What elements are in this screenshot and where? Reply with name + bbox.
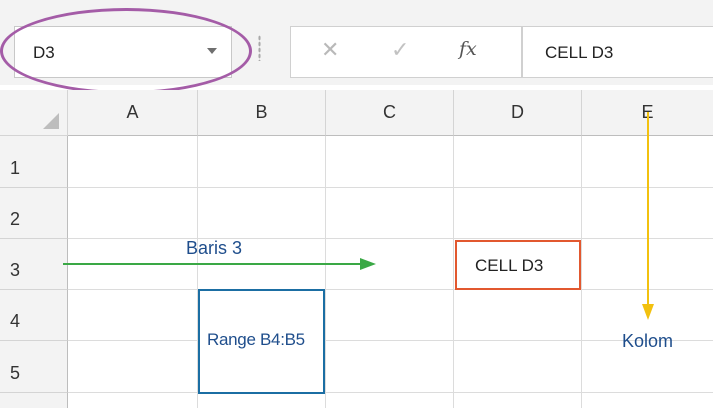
grid-line	[68, 187, 713, 188]
formula-buttons: ✕ ✓ fx	[290, 26, 522, 78]
check-icon[interactable]: ✓	[391, 39, 409, 61]
grid-line	[68, 392, 713, 393]
row-header-2[interactable]: 2	[0, 188, 68, 239]
row-number: 4	[10, 311, 21, 331]
range-label: Range B4:B5	[207, 330, 305, 349]
row-header-5[interactable]: 5	[0, 341, 68, 393]
range-b4-b5[interactable]: Range B4:B5	[198, 289, 325, 394]
grid-line	[68, 238, 713, 239]
cell-d3[interactable]: CELL D3	[455, 240, 581, 290]
column-annotation-label: Kolom	[622, 331, 674, 351]
row-number: 5	[10, 363, 21, 383]
cancel-icon[interactable]: ✕	[321, 39, 339, 61]
formula-bar-value: CELL D3	[545, 43, 614, 62]
grid-line	[325, 136, 326, 408]
select-all-corner[interactable]	[0, 90, 68, 136]
row-annotation-label: Baris 3	[186, 238, 243, 258]
row-number: 3	[10, 260, 21, 280]
row-arrow	[63, 258, 376, 270]
chevron-down-icon[interactable]	[207, 48, 217, 54]
formula-bar-input[interactable]: CELL D3	[522, 26, 713, 78]
cell-d3-value: CELL D3	[475, 256, 544, 275]
row-header-1[interactable]: 1	[0, 136, 68, 188]
grid-line	[68, 289, 713, 290]
column-header-a[interactable]: A	[68, 90, 198, 136]
row-header-6[interactable]	[0, 393, 68, 408]
grid-line	[68, 340, 713, 341]
select-all-icon	[43, 113, 59, 129]
resize-grip-icon[interactable]	[258, 35, 261, 61]
column-header-d[interactable]: D	[454, 90, 582, 136]
row-number: 2	[10, 209, 21, 229]
column-header-b[interactable]: B	[198, 90, 326, 136]
name-box[interactable]: D3	[14, 26, 232, 78]
grid-line	[453, 136, 454, 408]
column-header-e[interactable]: E	[582, 90, 713, 136]
insert-function-icon[interactable]: fx	[459, 40, 477, 59]
grid-line	[581, 136, 582, 408]
row-header-4[interactable]: 4	[0, 290, 68, 341]
row-header-3[interactable]: 3	[0, 239, 68, 290]
name-box-value: D3	[33, 43, 55, 62]
row-number: 1	[10, 158, 21, 178]
column-header-c[interactable]: C	[326, 90, 454, 136]
